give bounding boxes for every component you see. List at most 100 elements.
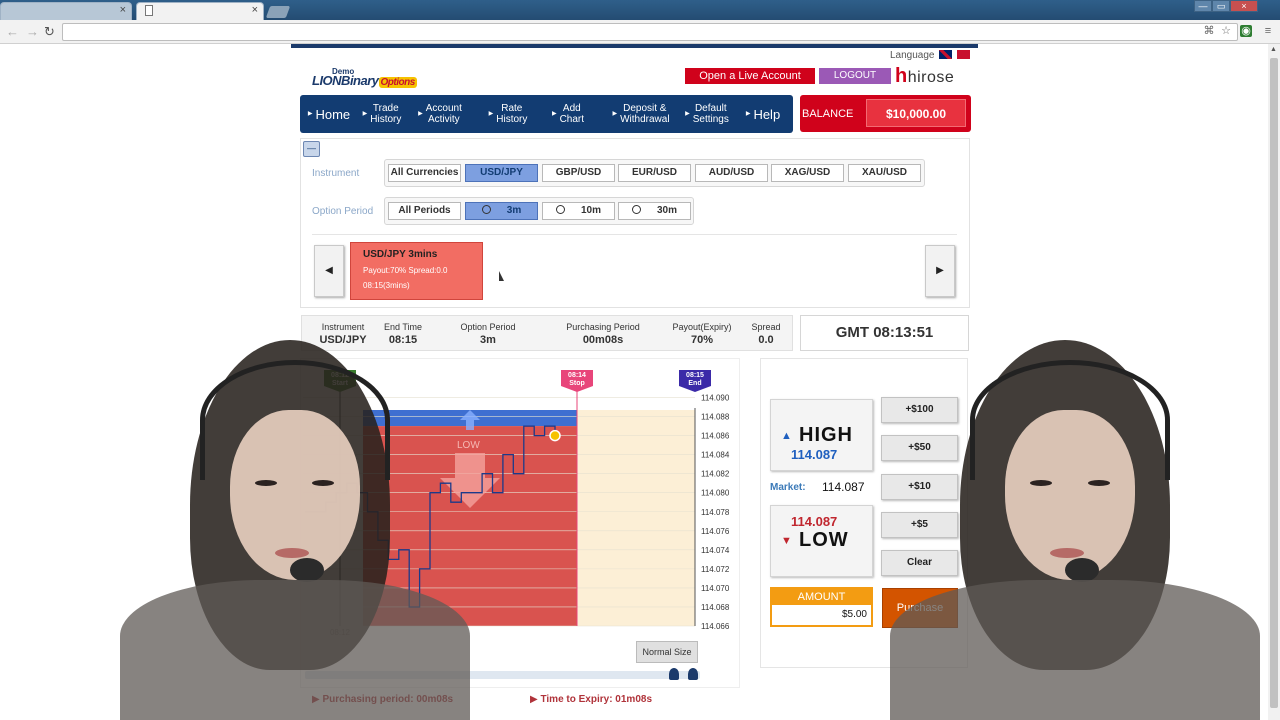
high-button[interactable]: ▲ HIGH 114.087 — [770, 399, 873, 471]
slider-handle-left[interactable] — [669, 668, 679, 680]
bookmark-star-icon[interactable]: ☆ — [1220, 25, 1232, 37]
price-chart[interactable]: 114.090 114.088 114.086 114.084 114.082 114.0… — [300, 368, 740, 638]
high-price: 114.087 — [791, 447, 838, 462]
browser-tab-1[interactable]: × — [0, 2, 132, 20]
info-value: 70% — [690, 334, 714, 346]
headset-icon — [970, 360, 1170, 480]
menu-icon[interactable]: ≡ — [1262, 25, 1274, 37]
uk-flag-icon[interactable] — [939, 50, 953, 59]
purchasing-period-text: Purchasing period: 00m08s — [322, 694, 454, 705]
logout-button[interactable]: LOGOUT — [819, 68, 891, 84]
instrument-eur-usd[interactable]: EUR/USD — [618, 164, 691, 182]
y-tick-label: 114.090 — [701, 394, 730, 403]
reload-icon[interactable]: ↻ — [44, 24, 55, 40]
address-bar[interactable] — [62, 23, 1238, 41]
amount-value[interactable]: $5.00 — [772, 605, 871, 625]
site-logo[interactable]: Demo LIONBinary Options — [300, 67, 420, 89]
option-info-bar: Instrument USD/JPY End Time 08:15 Option P… — [301, 315, 793, 351]
period-10m[interactable]: 10m — [542, 202, 615, 220]
purchase-button[interactable]: Purchase — [882, 588, 958, 628]
start-tag: 08:12Start — [324, 370, 356, 392]
header-top-border — [291, 44, 978, 48]
nav-label: Account Activity — [425, 103, 462, 125]
nav-account-activity[interactable]: ▶ Account Activity — [414, 95, 466, 133]
amount-field[interactable]: AMOUNT $5.00 — [770, 587, 873, 627]
add-50-button[interactable]: +$50 — [881, 435, 958, 461]
open-live-account-button[interactable]: Open a Live Account — [685, 68, 815, 84]
nav-arrow-icon: ▶ — [418, 110, 423, 117]
time-to-expiry-text: Time to Expiry: 01m08s — [540, 694, 653, 705]
collapse-button[interactable]: — — [303, 141, 320, 157]
end-tag: 08:15End — [679, 370, 711, 392]
add-10-button[interactable]: +$10 — [881, 474, 958, 500]
info-end-time: End Time 08:15 — [378, 322, 428, 346]
nav-trade-history[interactable]: ▶ Trade History — [358, 95, 406, 133]
nav-deposit-withdrawal[interactable]: ▶ Deposit & Withdrawal — [606, 95, 676, 133]
jp-flag-icon[interactable] — [957, 50, 971, 59]
logo-text: LIONBinary Options — [312, 73, 417, 88]
tab-close-icon[interactable]: × — [252, 4, 258, 16]
forward-icon[interactable]: → — [26, 24, 39, 39]
browser-tab-2[interactable]: × — [136, 2, 264, 20]
microphone-icon — [1065, 558, 1099, 582]
language-selector[interactable]: Language — [890, 50, 971, 61]
new-tab-button[interactable] — [265, 6, 291, 18]
nav-home[interactable]: ▶ Home — [306, 95, 352, 133]
balance-panel: BALANCE $10,000.00 — [800, 95, 971, 132]
instrument-aud-usd[interactable]: AUD/USD — [695, 164, 768, 182]
instrument-all-currencies[interactable]: All Currencies — [388, 164, 461, 182]
y-tick-label: 114.068 — [701, 603, 730, 612]
prev-option-button[interactable]: ◀ — [314, 245, 344, 297]
period-3m[interactable]: 3m — [465, 202, 538, 220]
nav-default-settings[interactable]: ▶ Default Settings — [680, 95, 734, 133]
nav-arrow-icon: ▶ — [612, 110, 618, 117]
browser-tab-strip: × × — ▭ × — [0, 0, 1280, 20]
extension-icon[interactable]: ◉ — [1240, 25, 1252, 37]
close-window-button[interactable]: × — [1230, 0, 1258, 12]
nav-help[interactable]: ▶ Help — [740, 95, 786, 133]
period-label: 3m — [506, 205, 522, 216]
start-tag-label: Start — [332, 380, 349, 387]
add-100-button[interactable]: +$100 — [881, 397, 958, 423]
period-all[interactable]: All Periods — [388, 202, 461, 220]
instrument-xag-usd[interactable]: XAG/USD — [771, 164, 844, 182]
nav-arrow-icon: ▶ — [551, 110, 557, 117]
slider-handle-right[interactable] — [688, 668, 698, 680]
chart-time-slider[interactable] — [305, 668, 700, 680]
low-button[interactable]: 114.087 ▼ LOW — [770, 505, 873, 577]
back-icon[interactable]: ← — [6, 24, 19, 39]
x-tick-label: 08:12 — [330, 628, 351, 637]
info-value: 00m08s — [582, 334, 624, 346]
tab-close-icon[interactable]: × — [120, 4, 126, 16]
instrument-gbp-usd[interactable]: GBP/USD — [542, 164, 615, 182]
nav-label: Add Chart — [559, 103, 585, 125]
add-5-button[interactable]: +$5 — [881, 512, 958, 538]
nav-add-chart[interactable]: ▶ Add Chart — [548, 95, 588, 133]
y-tick-label: 114.070 — [701, 584, 730, 593]
instrument-xau-usd[interactable]: XAU/USD — [848, 164, 921, 182]
info-value: 3m — [480, 334, 496, 346]
nav-arrow-icon: ▶ — [307, 110, 313, 117]
y-tick-label: 114.078 — [701, 508, 730, 517]
document-icon — [145, 5, 153, 16]
minimize-button[interactable]: — — [1194, 0, 1212, 12]
nav-rate-history[interactable]: ▶ Rate History — [484, 95, 532, 133]
scroll-thumb[interactable] — [1270, 58, 1278, 708]
page-scrollbar[interactable]: ▲ — [1268, 44, 1280, 720]
y-tick-label: 114.084 — [701, 451, 730, 460]
next-option-button[interactable]: ▶ — [925, 245, 955, 297]
translate-icon[interactable]: ⌘ — [1203, 25, 1215, 37]
low-price: 114.087 — [791, 514, 838, 529]
instrument-usd-jpy[interactable]: USD/JPY — [465, 164, 538, 182]
browser-toolbar: ← → ↻ ⌘ ☆ ◉ ≡ — [0, 20, 1280, 44]
period-30m[interactable]: 30m — [618, 202, 691, 220]
end-tag-label: 08:15 — [686, 372, 704, 379]
normal-size-button[interactable]: Normal Size — [636, 641, 698, 663]
option-card-usdjpy-3m[interactable]: USD/JPY 3mins Payout:70% Spread:0.0 08:1… — [350, 242, 483, 300]
restore-button[interactable]: ▭ — [1212, 0, 1230, 12]
clear-amount-button[interactable]: Clear — [881, 550, 958, 576]
logo-options: Options — [378, 77, 417, 88]
scroll-up-icon[interactable]: ▲ — [1270, 46, 1277, 53]
divider — [312, 234, 957, 235]
nav-arrow-icon: ▶ — [745, 110, 751, 117]
